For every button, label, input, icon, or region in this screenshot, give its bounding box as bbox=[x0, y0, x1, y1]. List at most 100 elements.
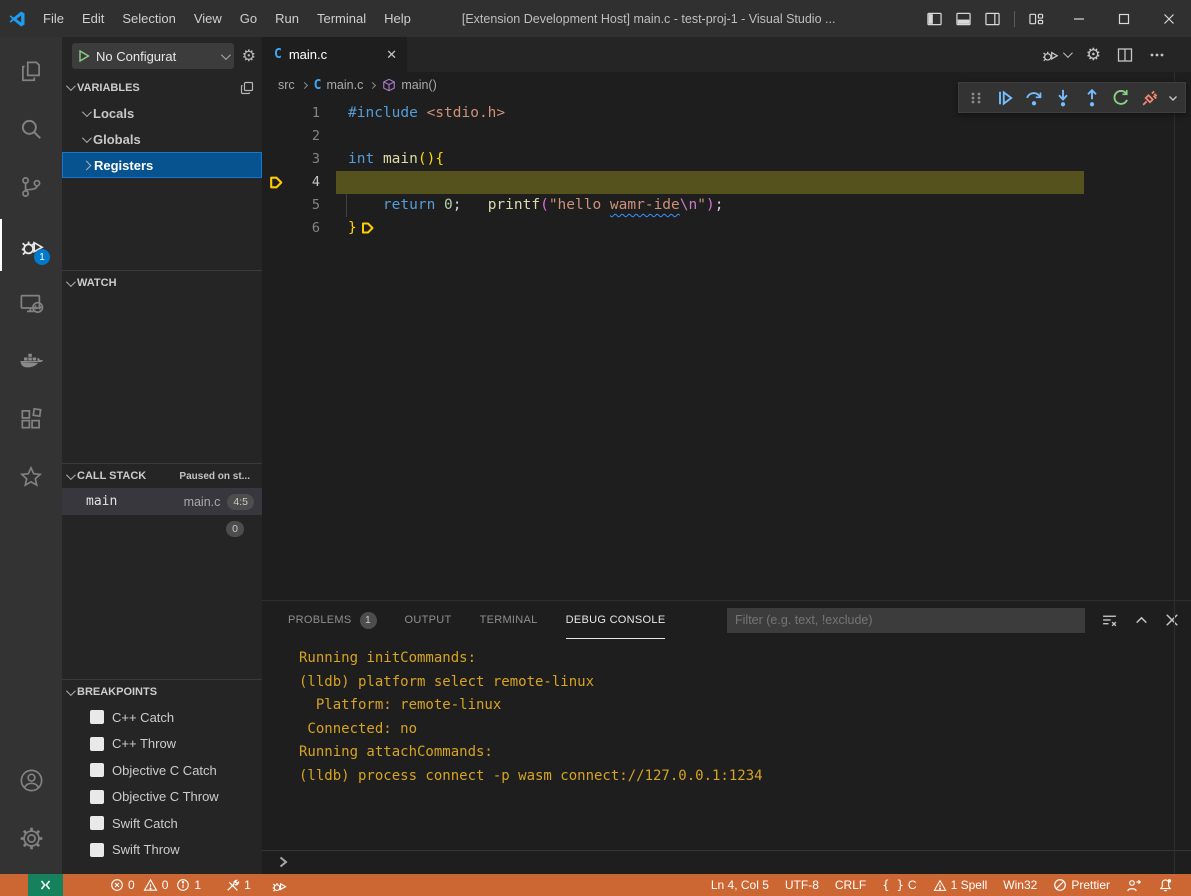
close-panel-icon[interactable] bbox=[1165, 613, 1179, 627]
call-stack-section-header[interactable]: CALL STACK Paused on st... bbox=[62, 463, 262, 488]
menu-file[interactable]: File bbox=[34, 11, 73, 26]
feedback-icon[interactable] bbox=[1118, 874, 1150, 896]
close-window-button[interactable] bbox=[1146, 0, 1191, 37]
menu-view[interactable]: View bbox=[185, 11, 231, 26]
breadcrumb-file[interactable]: main.c bbox=[327, 78, 364, 92]
code-line-5[interactable]: 5 return 0; bbox=[262, 194, 1191, 217]
chevron-down-icon[interactable] bbox=[1166, 85, 1181, 111]
run-and-debug-icon[interactable]: 1 bbox=[0, 219, 62, 271]
code-line-2[interactable]: 2 bbox=[262, 125, 1191, 148]
problems-status[interactable]: 0 0 1 bbox=[105, 874, 206, 896]
platform-indicator[interactable]: Win32 bbox=[995, 874, 1045, 896]
close-tab-icon[interactable]: ✕ bbox=[386, 47, 397, 63]
minimize-button[interactable] bbox=[1056, 0, 1101, 37]
restart-icon[interactable] bbox=[1108, 85, 1135, 111]
step-out-icon[interactable] bbox=[1079, 85, 1106, 111]
breadcrumb-symbol[interactable]: main() bbox=[401, 78, 436, 92]
checkbox[interactable] bbox=[90, 816, 104, 830]
debug-console-input[interactable] bbox=[262, 850, 1191, 873]
clear-console-icon[interactable] bbox=[1101, 612, 1118, 629]
menu-terminal[interactable]: Terminal bbox=[308, 11, 375, 26]
maximize-button[interactable] bbox=[1101, 0, 1146, 37]
checkbox[interactable] bbox=[90, 763, 104, 777]
checkbox[interactable] bbox=[90, 737, 104, 751]
breakpoint-cpp-catch[interactable]: C++ Catch bbox=[62, 704, 262, 731]
checkbox[interactable] bbox=[90, 710, 104, 724]
glyph-margin[interactable] bbox=[262, 171, 292, 194]
search-icon[interactable] bbox=[0, 103, 62, 155]
step-over-icon[interactable] bbox=[1021, 85, 1048, 111]
watch-section-header[interactable]: WATCH bbox=[62, 270, 262, 295]
glyph-margin[interactable] bbox=[262, 148, 292, 171]
menu-run[interactable]: Run bbox=[266, 11, 308, 26]
breakpoint-objc-throw[interactable]: Objective C Throw bbox=[62, 784, 262, 811]
breadcrumb-folder[interactable]: src bbox=[278, 78, 295, 92]
debug-status-icon[interactable] bbox=[266, 874, 293, 896]
debug-config-dropdown[interactable]: No Configurat bbox=[72, 43, 234, 69]
cursor-position[interactable]: Ln 4, Col 5 bbox=[703, 874, 777, 896]
tools-status[interactable]: 1 bbox=[220, 874, 256, 896]
editor-settings-gear-icon[interactable]: ⚙ bbox=[1086, 45, 1101, 65]
menu-go[interactable]: Go bbox=[231, 11, 266, 26]
source-control-icon[interactable] bbox=[0, 161, 62, 213]
variables-section-header[interactable]: VARIABLES bbox=[62, 75, 262, 100]
variables-scope-globals[interactable]: Globals bbox=[62, 126, 262, 152]
glyph-margin[interactable] bbox=[262, 194, 292, 217]
customize-layout-icon[interactable] bbox=[1029, 12, 1044, 26]
code-line-4-current[interactable]: 4 printf("hello wamr-ide\n"); bbox=[262, 171, 1191, 194]
toggle-sidebar-icon[interactable] bbox=[927, 12, 942, 26]
maximize-panel-icon[interactable] bbox=[1134, 613, 1149, 628]
tab-main-c[interactable]: C main.c ✕ bbox=[262, 37, 407, 72]
breakpoint-objc-catch[interactable]: Objective C Catch bbox=[62, 757, 262, 784]
star-icon[interactable] bbox=[0, 451, 62, 503]
breakpoint-swift-throw[interactable]: Swift Throw bbox=[62, 837, 262, 864]
glyph-margin[interactable] bbox=[262, 125, 292, 148]
code-line-3[interactable]: 3 int main(){ bbox=[262, 148, 1191, 171]
eol-indicator[interactable]: CRLF bbox=[827, 874, 874, 896]
tab-terminal[interactable]: TERMINAL bbox=[480, 601, 538, 639]
toolbar-drag-handle[interactable] bbox=[963, 85, 990, 111]
duplicate-icon[interactable] bbox=[240, 81, 254, 95]
glyph-margin[interactable] bbox=[262, 102, 292, 125]
variables-scope-locals[interactable]: Locals bbox=[62, 100, 262, 126]
split-editor-icon[interactable] bbox=[1117, 47, 1133, 63]
breakpoints-section-header[interactable]: BREAKPOINTS bbox=[62, 679, 262, 704]
step-into-icon[interactable] bbox=[1050, 85, 1077, 111]
docker-icon[interactable] bbox=[0, 335, 62, 387]
breakpoint-cpp-throw[interactable]: C++ Throw bbox=[62, 731, 262, 758]
menu-edit[interactable]: Edit bbox=[73, 11, 113, 26]
disconnect-icon[interactable] bbox=[1137, 85, 1164, 111]
console-filter-input[interactable] bbox=[727, 608, 1085, 633]
extensions-icon[interactable] bbox=[0, 393, 62, 445]
remote-explorer-icon[interactable] bbox=[0, 277, 62, 329]
breakpoint-swift-catch[interactable]: Swift Catch bbox=[62, 810, 262, 837]
spell-checker-status[interactable]: 1 Spell bbox=[925, 874, 996, 896]
toggle-secondary-sidebar-icon[interactable] bbox=[985, 12, 1000, 26]
formatter-status[interactable]: Prettier bbox=[1045, 874, 1118, 896]
run-or-debug-icon[interactable] bbox=[1041, 45, 1070, 64]
settings-gear-icon[interactable] bbox=[0, 812, 62, 864]
tab-problems[interactable]: PROBLEMS 1 bbox=[288, 601, 377, 639]
debug-highlighted-line[interactable]: printf("hello wamr-ide\n"); bbox=[336, 171, 1084, 194]
encoding-indicator[interactable]: UTF-8 bbox=[777, 874, 827, 896]
glyph-margin[interactable] bbox=[262, 217, 292, 240]
stack-frame-row[interactable]: main main.c 4:5 bbox=[62, 488, 262, 515]
more-actions-icon[interactable] bbox=[1149, 47, 1165, 63]
tab-debug-console[interactable]: DEBUG CONSOLE bbox=[566, 601, 666, 639]
language-mode[interactable]: { } C bbox=[874, 874, 924, 896]
checkbox[interactable] bbox=[90, 790, 104, 804]
notifications-bell-icon[interactable] bbox=[1150, 874, 1181, 896]
continue-icon[interactable] bbox=[992, 85, 1019, 111]
toggle-panel-icon[interactable] bbox=[956, 12, 971, 26]
menu-help[interactable]: Help bbox=[375, 11, 420, 26]
tab-output[interactable]: OUTPUT bbox=[405, 601, 452, 639]
code-editor[interactable]: 1 #include <stdio.h> 2 3 int main(){ bbox=[262, 98, 1191, 600]
remote-indicator[interactable] bbox=[28, 874, 63, 896]
variables-scope-registers[interactable]: Registers bbox=[62, 152, 262, 178]
debug-settings-gear-icon[interactable]: ⚙ bbox=[242, 46, 256, 66]
account-icon[interactable] bbox=[0, 754, 62, 806]
explorer-icon[interactable] bbox=[0, 45, 62, 97]
debug-console-output[interactable]: Running initCommands: (lldb) platform se… bbox=[262, 639, 1191, 850]
menu-selection[interactable]: Selection bbox=[113, 11, 184, 26]
checkbox[interactable] bbox=[90, 843, 104, 857]
